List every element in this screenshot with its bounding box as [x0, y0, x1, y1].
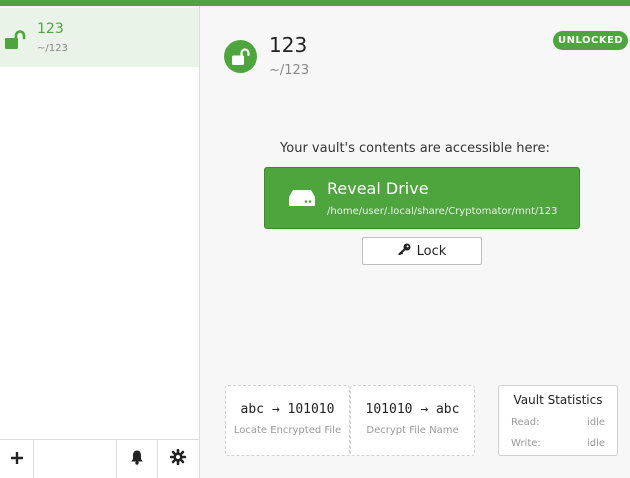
reveal-drive-label: Reveal Drive — [327, 179, 429, 198]
write-value: idle — [586, 438, 605, 449]
settings-button[interactable] — [157, 440, 199, 478]
vault-list-item[interactable]: 123 ~/123 — [0, 8, 199, 67]
add-vault-button[interactable] — [0, 440, 34, 478]
vault-detail-panel: 123 ~/123 UNLOCKED Your vault's contents… — [200, 6, 630, 478]
vault-list-item-name: 123 — [37, 21, 64, 37]
plus-icon — [10, 450, 24, 469]
tool-code: 101010 → abc — [365, 402, 460, 417]
vault-path: ~/123 — [269, 63, 310, 78]
tool-label: Decrypt File Name — [366, 425, 459, 436]
locate-encrypted-file-button[interactable]: abc → 101010 Locate Encrypted File — [225, 385, 350, 456]
vault-statistics-button[interactable]: Vault Statistics Read: idle Write: idle — [498, 385, 618, 456]
lock-button[interactable]: Lock — [362, 237, 482, 265]
lock-button-label: Lock — [416, 243, 447, 259]
unlocked-padlock-icon — [224, 40, 257, 73]
vault-list-item-path: ~/123 — [37, 43, 68, 54]
gear-icon — [169, 448, 187, 469]
decrypt-file-name-button[interactable]: 101010 → abc Decrypt File Name — [350, 385, 475, 456]
unlocked-padlock-icon — [4, 30, 26, 54]
drive-icon — [288, 189, 316, 211]
key-icon — [398, 243, 411, 259]
sidebar-footer — [0, 439, 199, 478]
accessible-hint: Your vault's contents are accessible her… — [280, 141, 550, 156]
write-label: Write: — [511, 438, 541, 449]
status-badge: UNLOCKED — [553, 31, 629, 50]
vault-title: 123 — [269, 33, 308, 57]
read-label: Read: — [511, 417, 540, 428]
stats-title: Vault Statistics — [513, 393, 603, 407]
mount-path: /home/user/.local/share/Cryptomator/mnt/… — [327, 206, 558, 217]
tool-code: abc → 101010 — [240, 402, 335, 417]
tool-label: Locate Encrypted File — [233, 425, 342, 436]
bell-icon — [130, 449, 144, 469]
reveal-drive-button[interactable]: Reveal Drive /home/user/.local/share/Cry… — [264, 167, 580, 229]
notifications-button[interactable] — [116, 440, 158, 478]
vault-list-sidebar: 123 ~/123 — [0, 6, 200, 478]
read-value: idle — [586, 417, 605, 428]
